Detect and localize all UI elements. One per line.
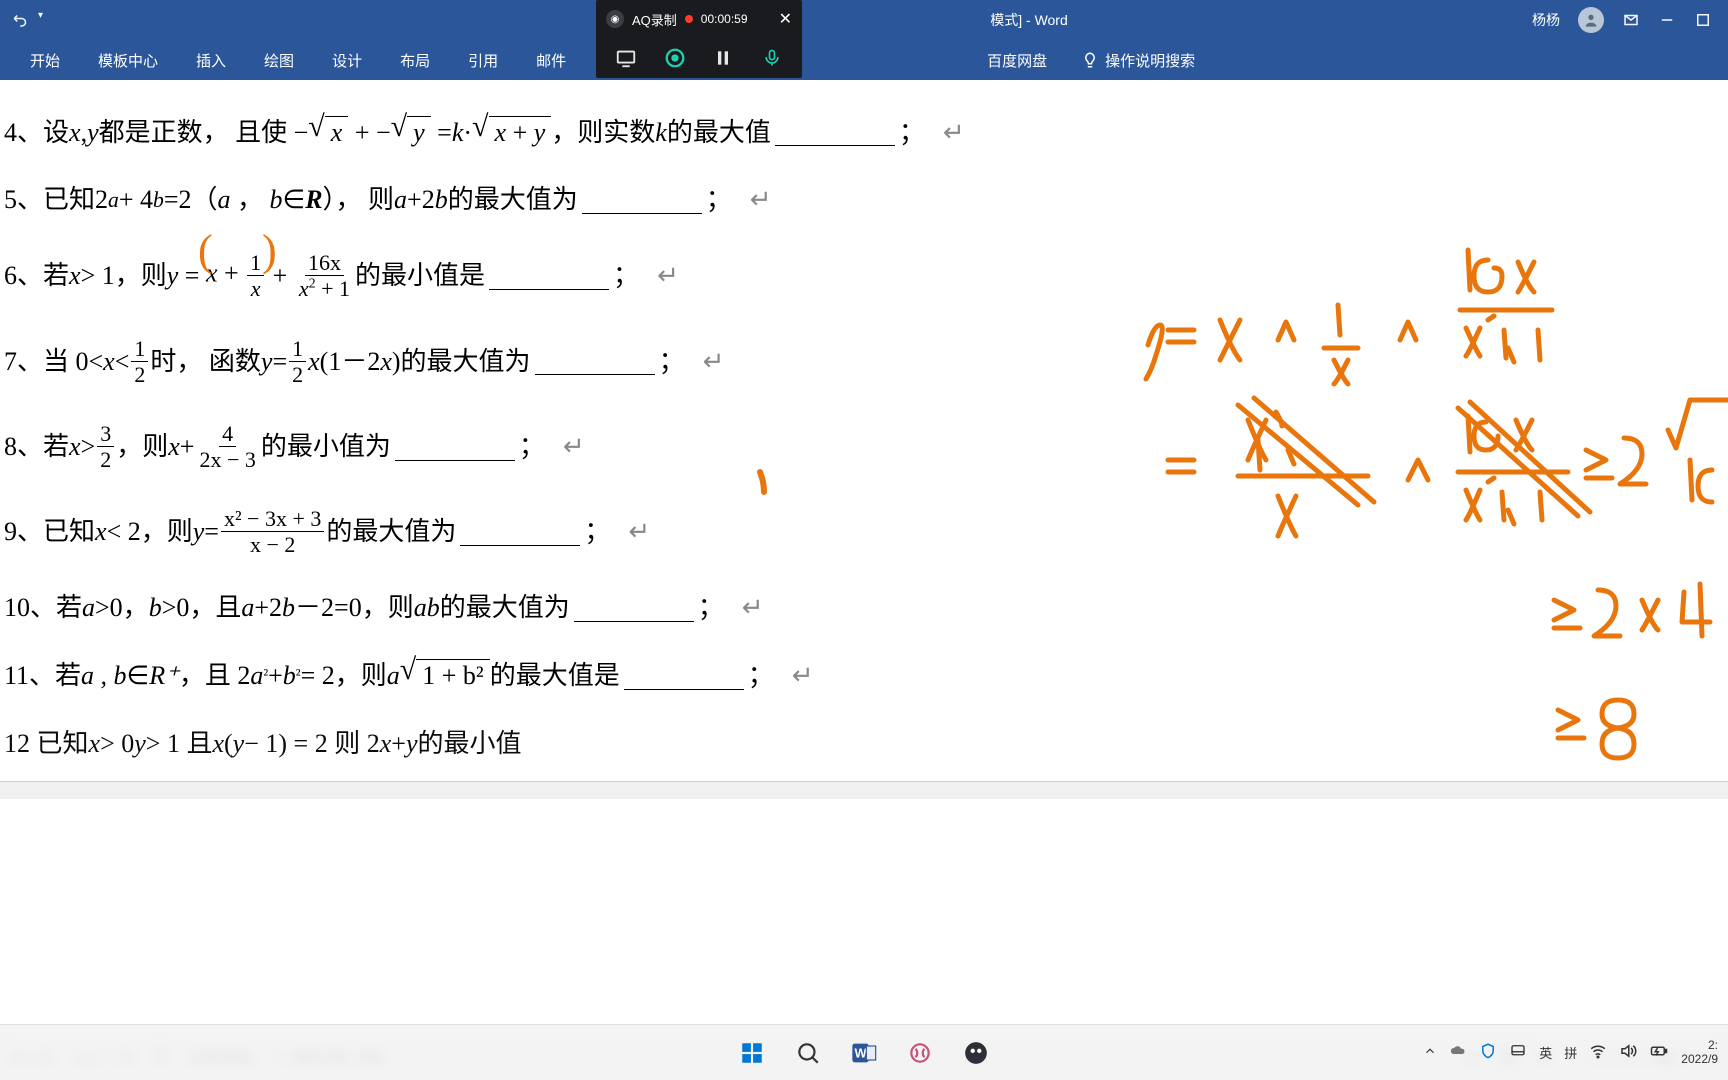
problem-12: 12 已知 x > 0 y > 1 且 x ( y − 1) = 2 则 2 x… <box>4 728 1688 759</box>
tray-battery-icon[interactable] <box>1649 1042 1669 1063</box>
recorder-record-button[interactable] <box>660 43 690 73</box>
taskbar-app3-icon[interactable] <box>954 1031 998 1075</box>
pilcrow-icon: ↵ <box>657 260 679 291</box>
recorder-app-name: AQ录制 <box>632 10 677 29</box>
taskbar-app2-icon[interactable] <box>898 1031 942 1075</box>
horizontal-scrollbar[interactable] <box>0 781 1728 799</box>
p4-lead: 4、设 <box>4 117 69 148</box>
tab-references[interactable]: 引用 <box>450 40 516 81</box>
pilcrow-icon: ↵ <box>792 660 814 691</box>
ribbon: 开始 模板中心 插入 绘图 设计 布局 引用 邮件 审阅 视 百度网盘 操作说明… <box>0 40 1728 80</box>
blank[interactable] <box>582 185 702 214</box>
tray-wifi-icon[interactable] <box>1589 1042 1607 1063</box>
pilcrow-icon: ↵ <box>750 184 772 215</box>
ribbon-options-icon[interactable] <box>1622 11 1640 29</box>
blank[interactable] <box>395 432 515 461</box>
tab-layout[interactable]: 布局 <box>382 40 448 81</box>
undo-icon[interactable] <box>12 11 30 29</box>
blank[interactable] <box>489 262 609 291</box>
maximize-icon[interactable] <box>1694 11 1712 29</box>
p6-lead: 6、若 <box>4 260 69 291</box>
tab-home[interactable]: 开始 <box>12 40 78 81</box>
recording-dot-icon <box>685 15 693 23</box>
titlebar: ▾ 高中高阶培训第 模式] - Word 杨杨 <box>0 0 1728 40</box>
screen-recorder: ◉ AQ录制 00:00:59 ✕ <box>596 0 802 78</box>
document-area: 4、设 x, y 都是正数， 且使 − √x + − √y = k · √x +… <box>0 80 1728 1034</box>
p4-text1: 都是正数， 且使 <box>99 117 288 148</box>
document-body[interactable]: 4、设 x, y 都是正数， 且使 − √x + − √y = k · √x +… <box>0 80 1728 795</box>
tray-chevron-icon[interactable] <box>1423 1044 1437 1061</box>
taskbar-word-icon[interactable]: W <box>842 1031 886 1075</box>
taskbar: W 英 拼 2: 2022/9 <box>0 1024 1728 1080</box>
tray-date[interactable]: 2022/9 <box>1681 1053 1718 1066</box>
tab-design[interactable]: 设计 <box>314 40 380 81</box>
avatar[interactable] <box>1578 7 1604 33</box>
problem-7: 7、当 0< x < 12 时， 函数 y = 12 x (1－2 x )的最大… <box>4 337 1688 386</box>
p5-lead: 5、已知2 <box>4 184 108 215</box>
problem-11: 11、若 a , b ∈ R⁺ ，且 2 a² + b² = 2，则 a √1 … <box>4 659 1688 691</box>
tab-draw[interactable]: 绘图 <box>246 40 312 81</box>
blank[interactable] <box>624 661 744 690</box>
tell-me-search[interactable]: 操作说明搜索 <box>1067 40 1209 81</box>
search-button[interactable] <box>786 1031 830 1075</box>
p4-text3: 的最大值 <box>667 117 771 148</box>
pilcrow-icon: ↵ <box>628 516 650 547</box>
problem-8: 8、若 x > 32 ，则 x + 42x − 3 的最小值为 ； ↵ <box>4 422 1688 471</box>
tab-baidu[interactable]: 百度网盘 <box>969 40 1065 81</box>
tab-templates[interactable]: 模板中心 <box>80 40 176 81</box>
tab-mailings[interactable]: 邮件 <box>518 40 584 81</box>
pilcrow-icon: ↵ <box>563 431 585 462</box>
blank[interactable] <box>574 593 694 622</box>
tray-onedrive-icon[interactable] <box>1449 1042 1467 1063</box>
problem-6: 6、若 x > 1，则 y = ( x + 1x ) + 16xx2 + 1 的… <box>4 251 1688 300</box>
tray-security-icon[interactable] <box>1479 1042 1497 1063</box>
p4-text2: ，则实数 <box>551 117 655 148</box>
problem-5: 5、已知2a + 4b =2（ a ， b ∈ R ）， 则 a +2 b 的最… <box>4 184 1688 215</box>
blank[interactable] <box>775 118 895 147</box>
lightbulb-icon <box>1081 51 1099 69</box>
tray-volume-icon[interactable] <box>1619 1042 1637 1063</box>
username: 杨杨 <box>1532 10 1560 30</box>
recorder-app-icon: ◉ <box>606 10 624 28</box>
annotation-paren-right: ) <box>262 225 277 278</box>
qat-customize-icon[interactable]: ▾ <box>38 11 56 29</box>
var-x: x <box>69 117 81 148</box>
blank[interactable] <box>460 517 580 546</box>
svg-text:W: W <box>854 1045 867 1060</box>
recorder-screen-button[interactable] <box>611 43 641 73</box>
minimize-icon[interactable] <box>1658 11 1676 29</box>
tray-time[interactable]: 2: <box>1681 1039 1718 1052</box>
recorder-mic-button[interactable] <box>757 43 787 73</box>
annotation-paren-left: ( <box>198 225 213 278</box>
start-button[interactable] <box>730 1031 774 1075</box>
pilcrow-icon: ↵ <box>742 592 764 623</box>
var-k: k <box>452 117 464 148</box>
problem-4: 4、设 x, y 都是正数， 且使 − √x + − √y = k · √x +… <box>4 116 1688 148</box>
tab-insert[interactable]: 插入 <box>178 40 244 81</box>
pilcrow-icon: ↵ <box>703 346 725 377</box>
problem-9: 9、已知 x < 2，则 y = x² − 3x + 3x − 2 的最大值为 … <box>4 507 1688 556</box>
tray-ime2[interactable]: 拼 <box>1564 1043 1577 1062</box>
p4-end: ； <box>899 117 925 148</box>
recorder-pause-button[interactable] <box>708 43 738 73</box>
tray-touchpad-icon[interactable] <box>1509 1042 1527 1063</box>
blank[interactable] <box>535 347 655 376</box>
recorder-close-icon[interactable]: ✕ <box>779 9 792 29</box>
tell-me-label: 操作说明搜索 <box>1105 50 1195 71</box>
recorder-time: 00:00:59 <box>701 12 748 26</box>
var-y: y <box>87 117 99 148</box>
tray-ime1[interactable]: 英 <box>1539 1043 1552 1062</box>
doc-title-right: 模式] - Word <box>990 10 1068 30</box>
problem-10: 10、若 a >0， b >0，且 a +2 b －2=0，则 ab 的最大值为… <box>4 592 1688 623</box>
stray-ink <box>754 468 774 498</box>
pilcrow-icon: ↵ <box>943 117 965 148</box>
